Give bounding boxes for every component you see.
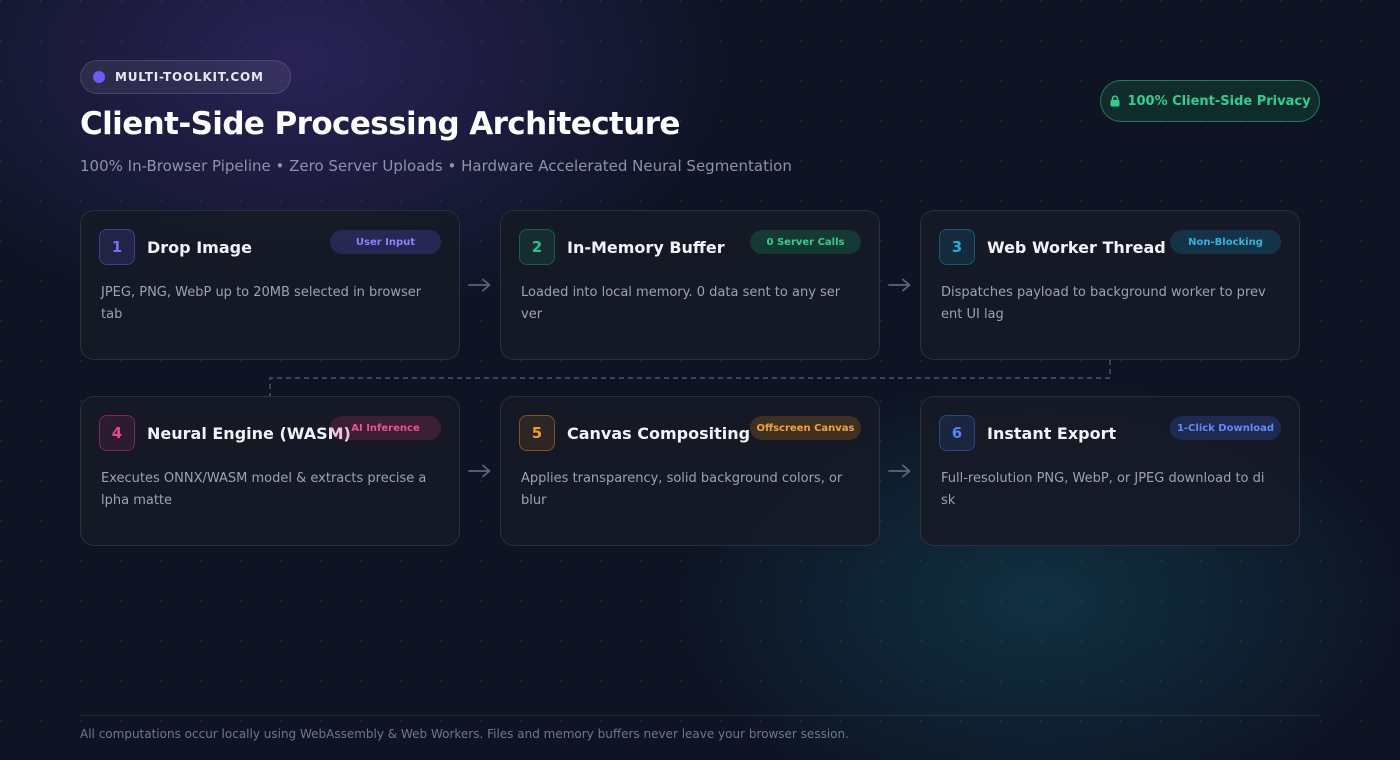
step-tag: 1-Click Download — [1170, 416, 1281, 440]
step-title: Neural Engine (WASM) — [147, 424, 351, 443]
step-number-badge: 3 — [939, 229, 975, 265]
privacy-label: 100% Client-Side Privacy — [1127, 93, 1311, 109]
step-title: Canvas Compositing — [567, 424, 751, 443]
brand-pill[interactable]: MULTI-TOOLKIT.COM — [80, 60, 291, 94]
arrow-right-icon — [468, 278, 491, 292]
step-number-badge: 2 — [519, 229, 555, 265]
step-card-in-memory-buffer: 2 In-Memory Buffer 0 Server Calls Loaded… — [500, 210, 880, 360]
step-number-badge: 4 — [99, 415, 135, 451]
step-description: Loaded into local memory. 0 data sent to… — [521, 285, 841, 322]
page-subtitle: 100% In-Browser Pipeline • Zero Server U… — [80, 157, 792, 175]
step-card-neural-engine: 4 Neural Engine (WASM) AI Inference Exec… — [80, 396, 460, 546]
step-tag: Non-Blocking — [1170, 230, 1281, 254]
step-description: Dispatches payload to background worker … — [941, 285, 1266, 322]
step-tag: 0 Server Calls — [750, 230, 861, 254]
privacy-badge: 100% Client-Side Privacy — [1100, 80, 1320, 122]
step-number-badge: 1 — [99, 229, 135, 265]
step-tag: AI Inference — [330, 416, 441, 440]
step-description: Full-resolution PNG, WebP, or JPEG downl… — [941, 471, 1265, 508]
step-title: Drop Image — [147, 238, 252, 257]
step-tag: Offscreen Canvas — [750, 416, 861, 440]
step-description: Executes ONNX/WASM model & extracts prec… — [101, 471, 427, 508]
brand-label: MULTI-TOOLKIT.COM — [115, 70, 264, 84]
arrow-right-icon — [468, 464, 491, 478]
footer-divider — [80, 715, 1320, 716]
step-tag: User Input — [330, 230, 441, 254]
step-title: Web Worker Thread — [987, 238, 1166, 257]
step-card-canvas-compositing: 5 Canvas Compositing Offscreen Canvas Ap… — [500, 396, 880, 546]
step-title: Instant Export — [987, 424, 1117, 443]
step-title: In-Memory Buffer — [567, 238, 725, 257]
step-number-badge: 5 — [519, 415, 555, 451]
step-number-badge: 6 — [939, 415, 975, 451]
arrow-right-icon — [888, 278, 911, 292]
brand-dot — [93, 71, 105, 83]
lock-icon — [1110, 95, 1120, 107]
step-description: JPEG, PNG, WebP up to 20MB selected in b… — [101, 285, 422, 322]
page-title: Client-Side Processing Architecture — [80, 106, 680, 142]
arrow-right-icon — [888, 464, 911, 478]
step-card-drop-image: 1 Drop Image User Input JPEG, PNG, WebP … — [80, 210, 460, 360]
row-connector-line — [269, 360, 1111, 396]
footer-note: All computations occur locally using Web… — [80, 727, 849, 741]
step-description: Applies transparency, solid background c… — [521, 471, 843, 508]
step-card-instant-export: 6 Instant Export 1-Click Download Full-r… — [920, 396, 1300, 546]
step-card-web-worker-thread: 3 Web Worker Thread Non-Blocking Dispatc… — [920, 210, 1300, 360]
